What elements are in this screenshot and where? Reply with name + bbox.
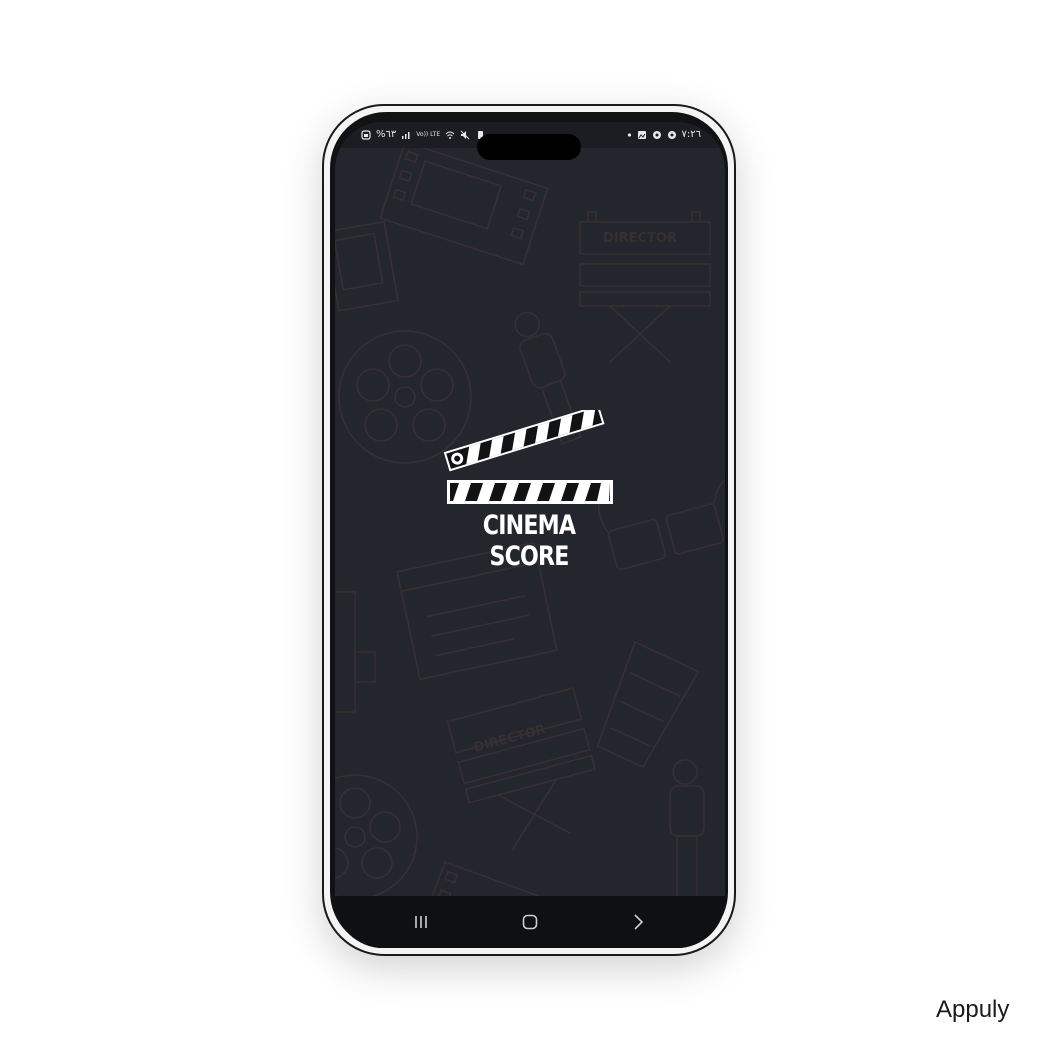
app-logo: CINEMA SCORE xyxy=(443,404,615,572)
director-label: DIRECTOR xyxy=(603,231,677,246)
back-button[interactable] xyxy=(618,908,658,936)
home-icon xyxy=(522,914,538,930)
camera-icon xyxy=(335,591,376,713)
ticket-icon xyxy=(335,220,399,312)
film-reel-icon xyxy=(335,774,418,900)
watermark-label: Appuly xyxy=(936,996,1010,1023)
clock: ٧:٢٦ xyxy=(681,129,701,140)
mute-icon xyxy=(460,130,470,140)
globe-icon xyxy=(667,131,676,139)
popcorn-icon xyxy=(596,640,700,769)
camera-notch xyxy=(477,134,581,160)
recent-apps-icon xyxy=(415,916,427,928)
app-name: CINEMA SCORE xyxy=(482,510,576,572)
battery-percent: %٦٣ xyxy=(376,129,397,140)
recent-apps-button[interactable] xyxy=(401,908,441,936)
dot-icon xyxy=(627,133,631,137)
volte-icon: Vo)) LTE xyxy=(416,131,441,138)
battery-icon xyxy=(361,130,371,140)
back-icon xyxy=(634,914,644,930)
globe-icon xyxy=(652,131,661,139)
app-screen: DIRECTOR DIRECTOR %٦٣ Vo)) LTE ٧:٢٦ CINE… xyxy=(335,122,725,948)
home-button[interactable] xyxy=(510,908,550,936)
wifi-icon xyxy=(445,131,455,139)
gallery-icon xyxy=(637,131,646,139)
director-chair-icon xyxy=(446,687,596,850)
clapperboard-logo-icon xyxy=(443,404,613,504)
navigation-bar xyxy=(335,896,725,948)
director-label: DIRECTOR xyxy=(472,722,547,756)
film-strip-icon xyxy=(379,140,549,266)
award-statue-icon xyxy=(669,759,705,907)
signal-icon xyxy=(402,132,410,139)
